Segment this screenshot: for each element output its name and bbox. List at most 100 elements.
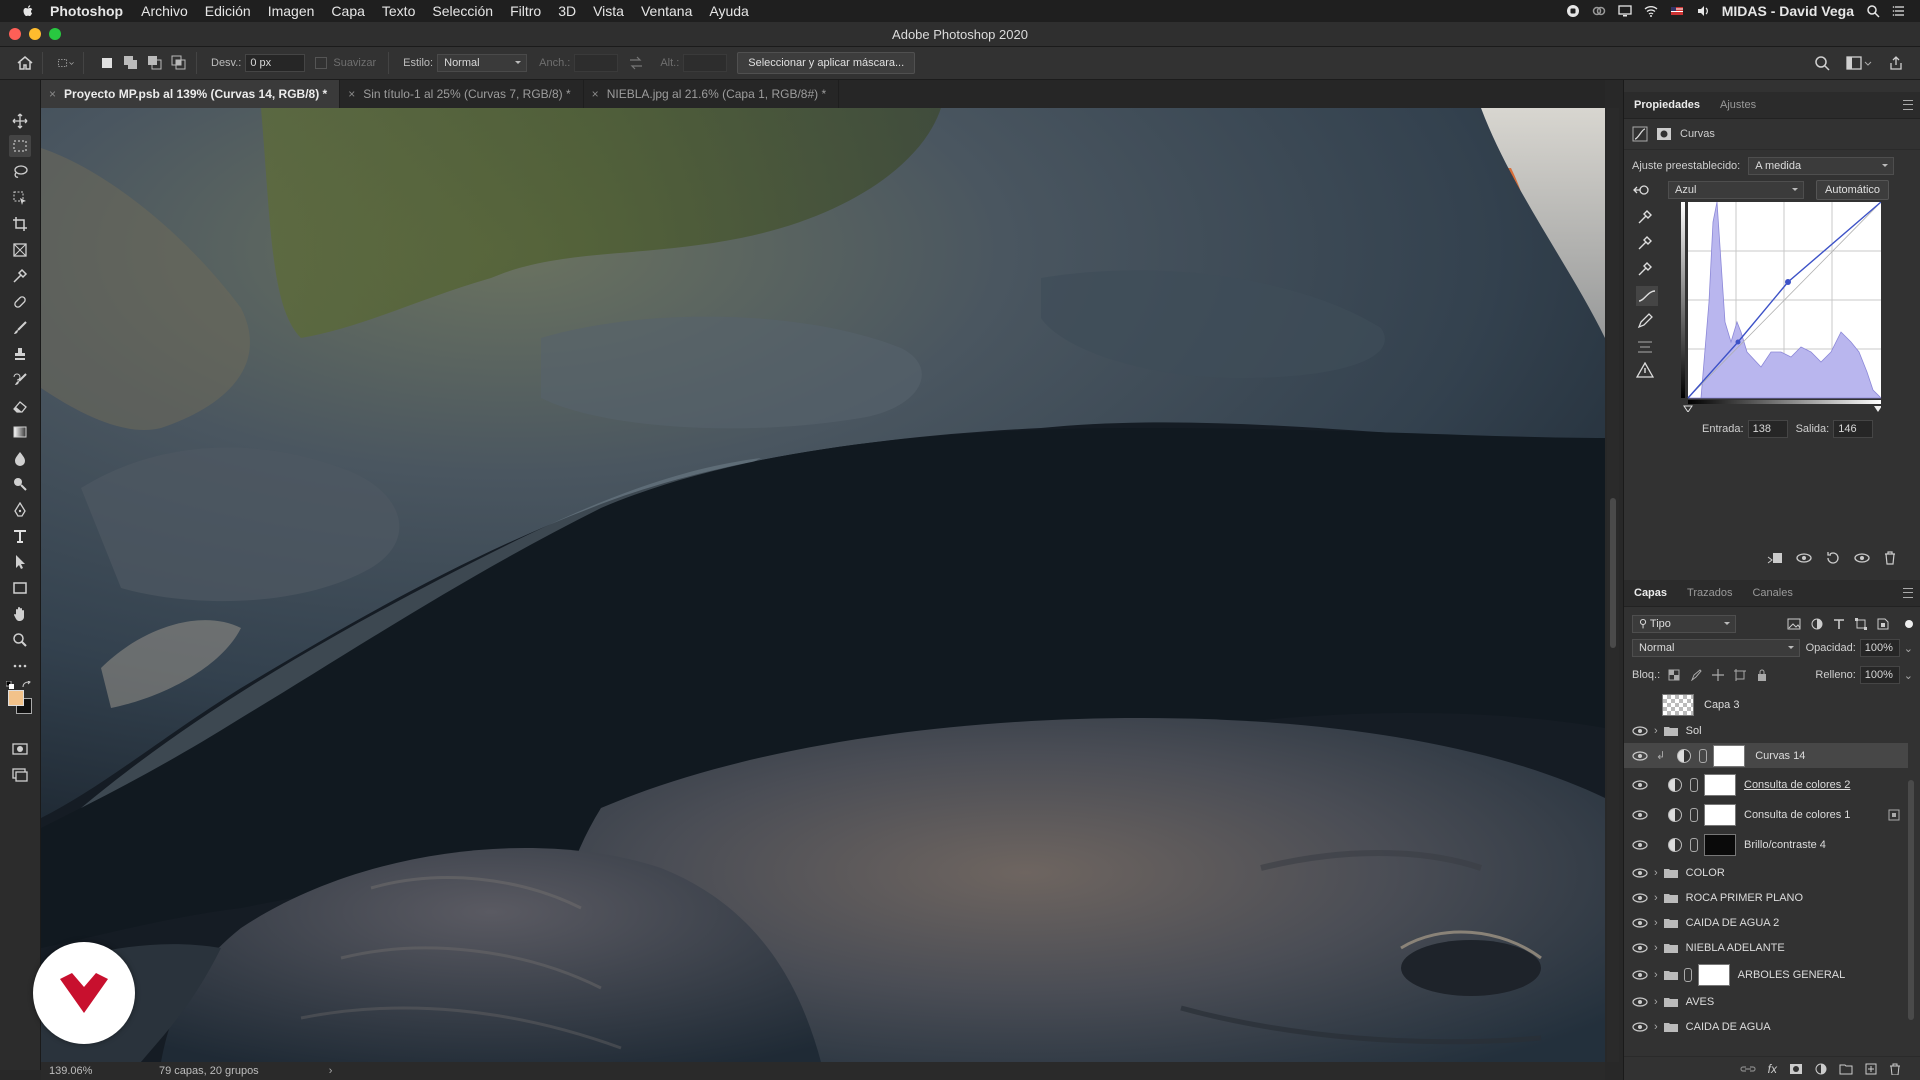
notification-center-icon[interactable] (1892, 4, 1906, 18)
new-selection-icon[interactable] (98, 54, 116, 72)
tab-niebla[interactable]: × NIEBLA.jpg al 21.6% (Capa 1, RGB/8#) * (584, 80, 840, 108)
gradient-tool-icon[interactable] (9, 421, 31, 443)
layer-mask-thumbnail[interactable] (1704, 833, 1736, 856)
menu-edicion[interactable]: Edición (205, 3, 251, 19)
hand-tool-icon[interactable] (9, 603, 31, 625)
eraser-tool-icon[interactable] (9, 395, 31, 417)
volume-icon[interactable] (1696, 4, 1710, 18)
scrollbar-thumb[interactable] (1610, 498, 1616, 648)
auto-button[interactable]: Automático (1816, 180, 1890, 200)
delete-adjustment-icon[interactable] (1883, 551, 1897, 565)
healing-brush-tool-icon[interactable] (9, 291, 31, 313)
visibility-eye-icon[interactable] (1632, 969, 1648, 980)
layer-effects-icon[interactable]: fx (1768, 1062, 1777, 1076)
menu-archivo[interactable]: Archivo (141, 3, 188, 19)
visibility-eye-icon[interactable] (1632, 867, 1648, 878)
crop-tool-icon[interactable] (9, 213, 31, 235)
tab-sin-titulo[interactable]: × Sin título-1 al 25% (Curvas 7, RGB/8) * (340, 80, 584, 108)
user-name[interactable]: MIDAS - David Vega (1722, 3, 1854, 19)
dodge-tool-icon[interactable] (9, 473, 31, 495)
lock-artboard-icon[interactable] (1734, 669, 1747, 681)
app-name[interactable]: Photoshop (50, 3, 123, 19)
on-image-adjust-icon[interactable] (1632, 182, 1650, 198)
close-tab-icon[interactable]: × (348, 80, 355, 108)
close-tab-icon[interactable]: × (592, 80, 599, 108)
default-colors-icon[interactable] (5, 680, 14, 689)
share-icon[interactable] (1888, 55, 1904, 71)
more-tools-icon[interactable] (9, 655, 31, 677)
quick-mask-icon[interactable] (9, 738, 31, 760)
expand-group-icon[interactable]: › (1654, 917, 1658, 929)
menu-imagen[interactable]: Imagen (268, 3, 315, 19)
display-icon[interactable] (1618, 4, 1632, 18)
select-and-mask-button[interactable]: Seleccionar y aplicar máscara... (737, 52, 916, 74)
layer-row[interactable]: › ARBOLES GENERAL (1624, 962, 1908, 987)
visibility-eye-icon[interactable] (1632, 725, 1648, 736)
menu-ventana[interactable]: Ventana (641, 3, 692, 19)
eyedropper-tool-icon[interactable] (9, 265, 31, 287)
layer-row[interactable]: › AVES (1624, 989, 1908, 1014)
status-expand-icon[interactable]: › (329, 1065, 333, 1077)
search-icon[interactable] (1814, 55, 1830, 71)
visibility-eye-icon[interactable] (1632, 1021, 1648, 1032)
frame-tool-icon[interactable] (9, 239, 31, 261)
visibility-eye-icon[interactable] (1632, 942, 1648, 953)
output-value[interactable]: 146 (1833, 420, 1874, 438)
subtract-selection-icon[interactable] (146, 54, 164, 72)
clip-to-layer-icon[interactable] (1767, 551, 1783, 565)
layer-row[interactable]: › ROCA PRIMER PLANO (1624, 885, 1908, 910)
feather-input[interactable]: 0 px (245, 54, 306, 72)
delete-layer-icon[interactable] (1889, 1063, 1901, 1075)
visibility-eye-icon[interactable] (1632, 750, 1648, 761)
expand-group-icon[interactable]: › (1654, 867, 1658, 879)
gray-point-eyedropper-icon[interactable] (1636, 234, 1654, 252)
channel-select[interactable]: Azul (1668, 181, 1804, 199)
layers-panel-menu-icon[interactable] (1903, 588, 1913, 598)
expand-group-icon[interactable]: › (1654, 996, 1658, 1008)
tab-trazados[interactable]: Trazados (1677, 580, 1742, 606)
creative-cloud-icon[interactable] (1592, 4, 1606, 18)
tab-propiedades[interactable]: Propiedades (1624, 92, 1710, 118)
tab-proyecto-mp[interactable]: × Proyecto MP.psb al 139% (Curvas 14, RGB… (41, 80, 341, 108)
add-selection-icon[interactable] (122, 54, 140, 72)
filter-shape-icon[interactable] (1855, 618, 1867, 630)
layer-row[interactable]: Capa 3 (1624, 692, 1908, 717)
fill-dropdown-icon[interactable]: ⌄ (1904, 669, 1913, 682)
layer-filter-select[interactable]: ⚲ Tipo (1632, 615, 1736, 633)
layer-mask-thumbnail[interactable] (1704, 773, 1736, 796)
style-select[interactable]: Normal (437, 54, 528, 72)
flag-icon[interactable] (1670, 4, 1684, 18)
menu-seleccion[interactable]: Selección (432, 3, 493, 19)
filter-type-icon[interactable] (1833, 618, 1845, 630)
curves-graph[interactable] (1681, 202, 1881, 412)
add-mask-icon[interactable] (1789, 1063, 1803, 1075)
input-value[interactable]: 138 (1747, 420, 1788, 438)
link-icon[interactable] (1699, 748, 1708, 763)
layer-row-selected[interactable]: ↲ Curvas 14 (1624, 743, 1908, 768)
wifi-icon[interactable] (1644, 4, 1658, 18)
link-layers-icon[interactable] (1740, 1063, 1756, 1075)
view-previous-icon[interactable] (1795, 551, 1813, 565)
lock-transparent-icon[interactable] (1668, 669, 1680, 681)
white-point-eyedropper-icon[interactable] (1636, 260, 1654, 278)
layer-row[interactable]: › CAIDA DE AGUA (1624, 1014, 1908, 1039)
lasso-tool-icon[interactable] (9, 161, 31, 183)
screen-mode-icon[interactable] (9, 764, 31, 786)
visibility-eye-icon[interactable] (1632, 996, 1648, 1007)
blend-mode-select[interactable]: Normal (1632, 639, 1800, 657)
expand-group-icon[interactable]: › (1654, 1021, 1658, 1033)
mask-icon[interactable] (1656, 126, 1672, 142)
new-adjustment-icon[interactable] (1815, 1063, 1827, 1075)
expand-group-icon[interactable]: › (1654, 969, 1658, 981)
visibility-eye-icon[interactable] (1632, 809, 1648, 820)
menu-3d[interactable]: 3D (558, 3, 576, 19)
path-selection-tool-icon[interactable] (9, 551, 31, 573)
record-icon[interactable] (1566, 4, 1580, 18)
expand-group-icon[interactable]: › (1654, 892, 1658, 904)
menu-vista[interactable]: Vista (593, 3, 624, 19)
menu-capa[interactable]: Capa (331, 3, 364, 19)
clipping-warning-icon[interactable] (1636, 362, 1654, 378)
history-brush-tool-icon[interactable] (9, 369, 31, 391)
document-canvas[interactable] (41, 108, 1605, 1062)
filter-toggle[interactable] (1905, 620, 1913, 628)
